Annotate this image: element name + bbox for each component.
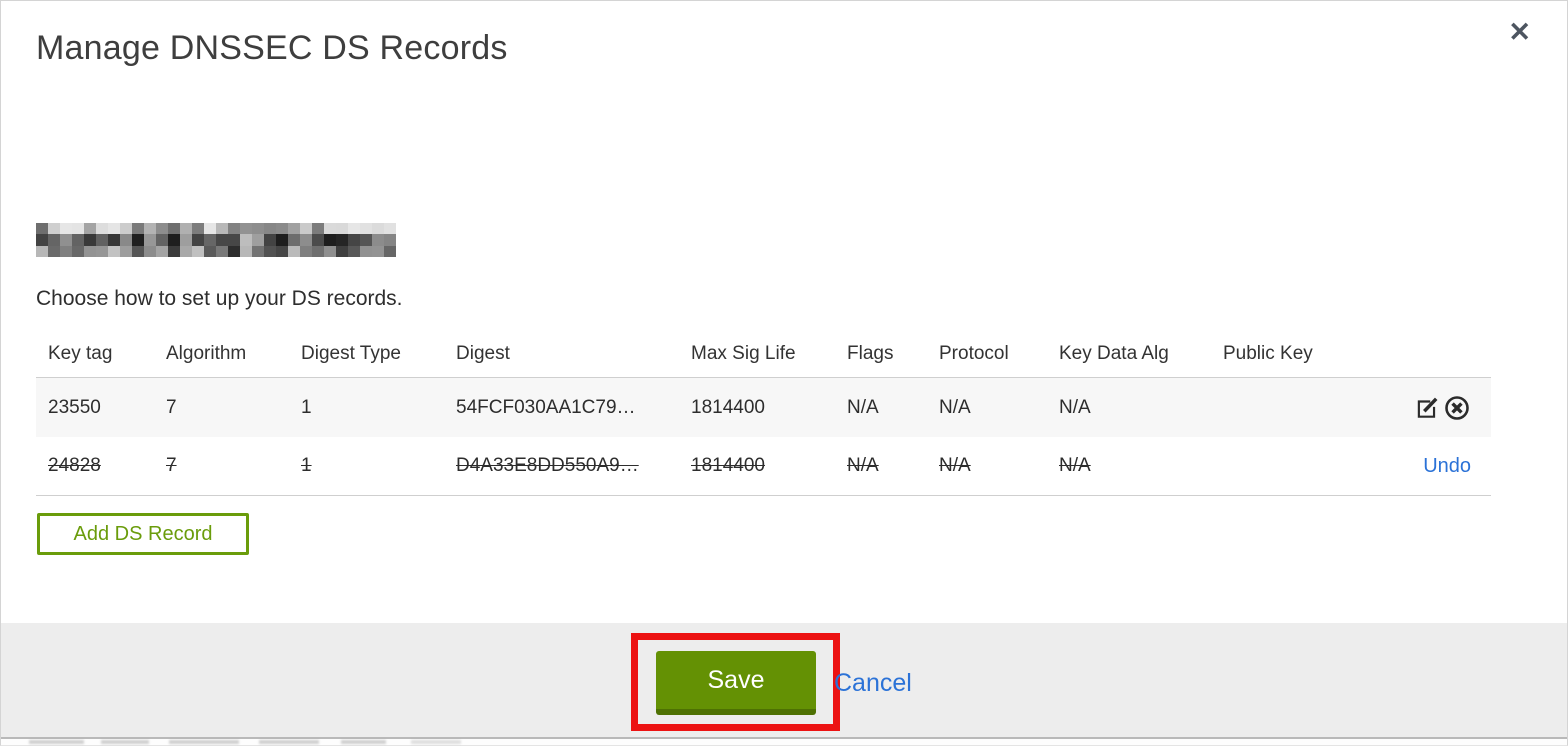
save-button[interactable]: Save [656,651,816,715]
cell-digest-type: 1 [301,455,312,476]
table-row-deleted: 24828 7 1 D4A33E8DD550A9… 1814400 N/A N/… [36,437,1491,496]
cell-key-data-alg: N/A [1059,396,1091,418]
cancel-link[interactable]: Cancel [834,669,912,698]
cell-key-data-alg: N/A [1059,455,1091,476]
cell-digest: D4A33E8DD550A9… [456,455,639,476]
cell-algorithm: 7 [166,396,177,418]
cell-protocol: N/A [939,396,971,418]
delete-icon[interactable] [1443,394,1471,422]
instruction-text: Choose how to set up your DS records. [36,287,403,310]
row-actions [1391,394,1491,422]
ds-records-table: Key tag Algorithm Digest Type Digest Max… [36,331,1491,496]
row-actions: Undo [1391,455,1491,478]
column-header-flags: Flags [847,343,894,364]
cell-digest-type: 1 [301,396,312,418]
table-header-row: Key tag Algorithm Digest Type Digest Max… [36,331,1491,378]
edit-icon[interactable] [1413,394,1441,422]
column-header-digest-type: Digest Type [301,343,401,364]
column-header-algorithm: Algorithm [166,343,247,364]
column-header-max-sig-life: Max Sig Life [691,343,796,364]
cell-flags: N/A [847,455,879,476]
cell-key-tag: 23550 [48,396,101,418]
page-title: Manage DNSSEC DS Records [36,29,508,67]
cell-algorithm: 7 [166,455,177,476]
cell-key-tag: 24828 [48,455,101,476]
cell-max-sig-life: 1814400 [691,396,765,418]
undo-link[interactable]: Undo [1423,455,1471,478]
cell-protocol: N/A [939,455,971,476]
column-header-protocol: Protocol [939,343,1009,364]
manage-dnssec-modal: Manage DNSSEC DS Records ✕ Choose how to… [0,0,1568,746]
column-header-digest: Digest [456,343,510,364]
cell-max-sig-life: 1814400 [691,455,765,476]
table-row: 23550 7 1 54FCF030AA1C79… 1814400 N/A N/… [36,378,1491,437]
column-header-key-data-alg: Key Data Alg [1059,343,1169,364]
redacted-domain-name [36,223,396,257]
cell-digest: 54FCF030AA1C79… [456,396,636,418]
background-page-sliver [1,739,1567,745]
column-header-public-key: Public Key [1223,343,1313,364]
cell-flags: N/A [847,396,879,418]
close-icon[interactable]: ✕ [1508,19,1531,46]
add-ds-record-button[interactable]: Add DS Record [37,513,249,555]
column-header-key-tag: Key tag [48,343,113,364]
